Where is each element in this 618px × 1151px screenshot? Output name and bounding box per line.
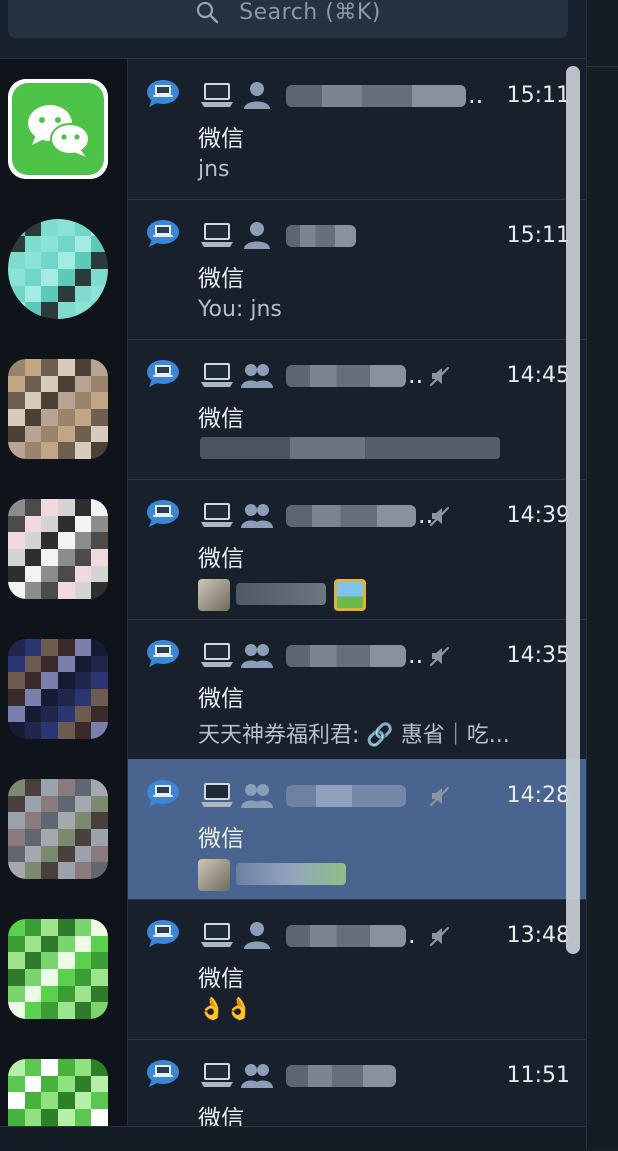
chat-preview: You: jns	[198, 297, 282, 322]
chat-app-label: 微信	[198, 686, 244, 712]
account-avatar-teal[interactable]	[8, 219, 108, 319]
account-avatar-navy[interactable]	[8, 639, 108, 739]
chat-name-ellipsis: ..	[408, 361, 424, 389]
chat-row[interactable]: .. 14:45 微信	[128, 339, 586, 480]
chat-name-ellipsis: ..	[468, 81, 484, 109]
right-panel-edge	[586, 0, 618, 1150]
chat-app-label: 微信	[198, 826, 244, 852]
chat-bubble-icon	[146, 779, 180, 809]
chat-bubble-icon	[146, 499, 180, 529]
redacted-preview	[236, 863, 346, 885]
chat-bubble-icon	[146, 639, 180, 669]
chat-preview: 👌👌	[198, 997, 253, 1022]
account-avatar-green2[interactable]	[8, 1059, 108, 1126]
account-avatar-green[interactable]	[8, 919, 108, 1019]
redacted-chat-name	[286, 365, 406, 387]
redacted-chat-name	[286, 85, 466, 107]
redacted-chat-name	[286, 925, 406, 947]
group-icon	[240, 500, 274, 530]
chat-app-label: 微信	[198, 1106, 244, 1126]
chat-row[interactable]: .. 14:39 微信	[128, 479, 586, 620]
chat-time: 14:45	[506, 363, 570, 388]
chat-time: 14:35	[506, 643, 570, 668]
mute-icon	[428, 645, 450, 667]
search-input[interactable]: Search (⌘K)	[8, 0, 568, 38]
chat-row[interactable]: .. 14:35 微信天天神券福利君: 🔗 惠省｜吃...	[128, 619, 586, 760]
laptop-icon	[200, 220, 234, 250]
chat-app-label: 微信	[198, 126, 244, 152]
chat-bubble-icon	[146, 1059, 180, 1089]
redacted-chat-name	[286, 225, 356, 247]
picture-icon	[334, 579, 366, 611]
group-icon	[240, 780, 274, 810]
chat-bubble-icon	[146, 79, 180, 109]
chat-bubble-icon	[146, 359, 180, 389]
chat-app-label: 微信	[198, 266, 244, 292]
redacted-chat-name	[286, 785, 406, 807]
laptop-icon	[200, 1060, 234, 1090]
top-bar: Search (⌘K)	[0, 0, 586, 59]
redacted-preview	[200, 437, 500, 459]
mute-icon	[428, 505, 450, 527]
chat-time: 14:28	[506, 783, 570, 808]
search-placeholder: Search (⌘K)	[239, 0, 381, 25]
mute-icon	[428, 365, 450, 387]
redacted-chat-name	[286, 645, 406, 667]
chat-bubble-icon	[146, 919, 180, 949]
chat-app-label: 微信	[198, 546, 244, 572]
chat-preview: jns	[198, 157, 230, 182]
chat-row[interactable]: 11:51 微信	[128, 1039, 586, 1126]
account-avatar-beige[interactable]	[8, 359, 108, 459]
image-thumbnail	[198, 579, 230, 611]
chat-time: 15:11	[506, 223, 570, 248]
laptop-icon	[200, 640, 234, 670]
chat-preview: 天天神券福利君: 🔗 惠省｜吃...	[198, 723, 510, 748]
chat-list-scrollbar[interactable]	[566, 66, 580, 954]
person-icon	[240, 80, 274, 110]
laptop-icon	[200, 80, 234, 110]
chat-app-label: 微信	[198, 406, 244, 432]
chat-list: .. 15:11 微信 jns 15:11 微信 You: jns.. 14:45 微信.. 14…	[128, 59, 586, 1126]
wechat-logo-icon	[8, 79, 108, 179]
chat-bubble-icon	[146, 219, 180, 249]
laptop-icon	[200, 500, 234, 530]
laptop-icon	[200, 780, 234, 810]
chat-row[interactable]: .. 15:11 微信 jns	[128, 59, 586, 200]
mute-icon	[428, 925, 450, 947]
group-icon	[240, 360, 274, 390]
laptop-icon	[200, 920, 234, 950]
chat-row[interactable]: 14:28 微信	[128, 759, 586, 900]
redacted-chat-name	[286, 1065, 396, 1087]
group-icon	[240, 640, 274, 670]
redacted-chat-name	[286, 505, 416, 527]
redacted-preview	[236, 583, 326, 605]
chat-time: 13:48	[506, 923, 570, 948]
chat-time: 15:11	[506, 83, 570, 108]
mute-icon	[428, 785, 450, 807]
chat-name-ellipsis: ..	[408, 641, 424, 669]
chat-time: 14:39	[506, 503, 570, 528]
person-icon	[240, 920, 274, 950]
account-sidebar	[0, 59, 128, 1126]
account-avatar-wechat[interactable]	[8, 79, 108, 179]
account-avatar-gray[interactable]	[8, 499, 108, 599]
account-avatar-muted[interactable]	[8, 779, 108, 879]
group-icon	[240, 1060, 274, 1090]
chat-time: 11:51	[506, 1063, 570, 1088]
search-icon	[195, 0, 219, 24]
image-thumbnail	[198, 859, 230, 891]
chat-row[interactable]: 15:11 微信 You: jns	[128, 199, 586, 340]
chat-app-label: 微信	[198, 966, 244, 992]
bottom-bar	[0, 1126, 586, 1151]
chat-name-ellipsis: .	[408, 921, 416, 949]
chat-row[interactable]: . 13:48 微信 👌👌	[128, 899, 586, 1040]
person-icon	[240, 220, 274, 250]
laptop-icon	[200, 360, 234, 390]
